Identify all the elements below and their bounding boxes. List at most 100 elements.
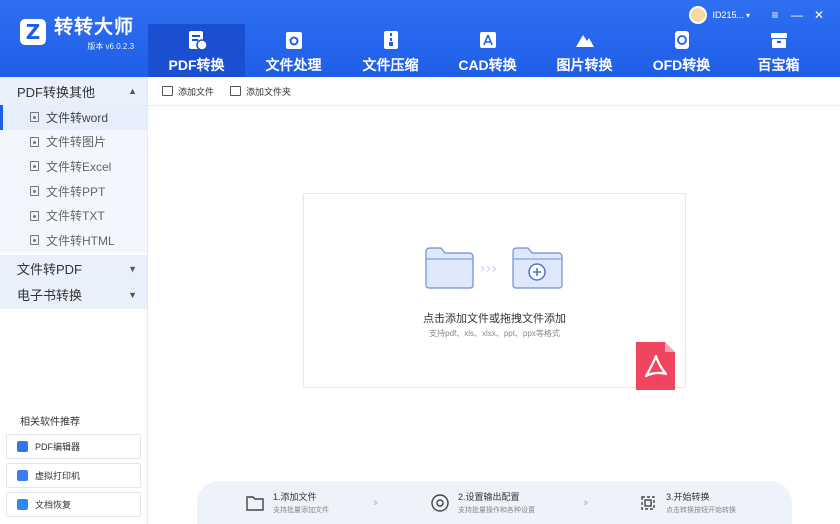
sidebar-item-label: 文件转PPT [46, 184, 106, 199]
chevron-down-icon: ▼ [128, 289, 137, 300]
settings-icon [431, 493, 449, 512]
pdf-convert-icon [186, 29, 208, 51]
app-version: 版本 v6.0.2.3 [87, 42, 135, 51]
tab-label: PDF转换 [168, 57, 225, 73]
sidebar-group-file-to-pdf[interactable]: 文件转PDF ▼ [0, 254, 147, 283]
logo-mark: Z [20, 19, 46, 45]
file-icon [30, 112, 39, 123]
tab-toolbox[interactable]: 百宝箱 [730, 24, 827, 77]
main-nav: PDF转换 文件处理 文件压缩 CAD转换 图片转换 OFD转换 百宝箱 [148, 24, 827, 77]
pdf-icon [636, 342, 675, 390]
tab-label: CAD转换 [458, 57, 517, 73]
pdf-editor-icon [17, 441, 28, 452]
tab-cad-convert[interactable]: CAD转换 [439, 24, 536, 77]
app-window: Z 转转大师 版本 v6.0.2.3 PDF转换 文件处理 文件压缩 CAD转换… [0, 0, 840, 524]
convert-icon [641, 495, 655, 510]
file-compress-icon [380, 29, 402, 51]
tab-image-convert[interactable]: 图片转换 [536, 24, 633, 77]
step-output-config: 2.设置输出配置 支持批量操作和各种设置 [430, 490, 535, 515]
sidebar-item-file-to-txt[interactable]: 文件转TXT [0, 203, 147, 228]
add-file-button[interactable]: 添加文件 [162, 85, 214, 98]
steps-bar: 1.添加文件 支持批量添加文件 ›› 2.设置输出配置 支持批量操作和各种设置 … [197, 481, 792, 524]
app-name: 转转大师 [54, 17, 135, 38]
minimize-icon[interactable]: — [786, 8, 808, 22]
related-pdf-editor[interactable]: PDF编辑器 [6, 434, 141, 459]
tab-label: 百宝箱 [757, 57, 800, 73]
folder-icon [246, 495, 264, 511]
sidebar-item-label: 文件转Excel [46, 159, 112, 174]
file-icon [30, 210, 39, 221]
related-label: 文档恢复 [35, 500, 72, 510]
step-title: 1.添加文件 [273, 492, 317, 502]
step-arrow-icon: ›› [373, 496, 379, 509]
tab-pdf-convert[interactable]: PDF转换 [148, 24, 245, 77]
step-subtitle: 支持批量添加文件 [273, 507, 329, 514]
toolbox-icon [768, 29, 790, 51]
user-id[interactable]: ID215... [712, 10, 744, 20]
step-arrow-icon: ›› [583, 496, 589, 509]
window-controls: ID215... ▾ ≡ — ✕ [689, 6, 830, 24]
folder-icon: ››› [425, 247, 563, 289]
related-software-title: 相关软件推荐 [20, 417, 80, 428]
file-icon [30, 161, 39, 172]
drop-zone-text: 点击添加文件或拖拽文件添加 [423, 313, 566, 325]
sidebar-item-file-to-excel[interactable]: 文件转Excel [0, 154, 147, 179]
sidebar: PDF转换其他 ▲ 文件转word 文件转图片 文件转Excel 文件转PPT … [0, 77, 148, 524]
file-process-icon [283, 29, 305, 51]
related-doc-recovery[interactable]: 文档恢复 [6, 492, 141, 517]
sidebar-group-label: 电子书转换 [17, 288, 83, 304]
step-add-file: 1.添加文件 支持批量添加文件 [245, 490, 329, 515]
menu-icon[interactable]: ≡ [764, 8, 786, 22]
step-title: 3.开始转换 [666, 492, 710, 502]
sidebar-group-label: 文件转PDF [17, 262, 83, 278]
cad-icon [477, 29, 499, 51]
sidebar-item-label: 文件转HTML [46, 233, 115, 248]
avatar[interactable] [689, 6, 708, 24]
tab-label: 图片转换 [556, 57, 613, 73]
sidebar-group-label: PDF转换其他 [17, 84, 96, 100]
ofd-icon [671, 29, 693, 51]
sidebar-item-file-to-word[interactable]: 文件转word [0, 105, 147, 130]
related-label: PDF编辑器 [35, 442, 81, 452]
file-drop-zone[interactable]: ››› 点击添加文件或拖拽文件添加 支持pdf、xls、xlsx、ppt、ppx… [303, 193, 686, 390]
add-folder-label: 添加文件夹 [246, 86, 292, 97]
printer-icon [17, 470, 28, 481]
tab-label: OFD转换 [652, 57, 711, 73]
add-file-icon [162, 86, 173, 96]
sidebar-item-file-to-ppt[interactable]: 文件转PPT [0, 178, 147, 204]
sidebar-group-ebook[interactable]: 电子书转换 ▼ [0, 280, 147, 309]
sidebar-item-label: 文件转图片 [46, 135, 107, 150]
add-folder-icon [230, 86, 242, 96]
sidebar-group-pdf-other[interactable]: PDF转换其他 ▲ [0, 77, 147, 105]
sidebar-item-file-to-image[interactable]: 文件转图片 [0, 129, 147, 155]
step-subtitle: 点击转换按钮开始转换 [666, 507, 736, 514]
add-folder-button[interactable]: 添加文件夹 [230, 85, 291, 98]
step-subtitle: 支持批量操作和各种设置 [458, 507, 535, 514]
tab-label: 文件压缩 [362, 57, 419, 73]
chevron-down-icon[interactable]: ▾ [746, 11, 750, 20]
related-label: 虚拟打印机 [35, 471, 81, 481]
step-title: 2.设置输出配置 [458, 492, 520, 502]
file-icon [30, 235, 39, 246]
top-bar: Z 转转大师 版本 v6.0.2.3 PDF转换 文件处理 文件压缩 CAD转换… [0, 0, 840, 77]
sidebar-item-label: 文件转TXT [46, 209, 105, 224]
sidebar-item-label: 文件转word [46, 110, 109, 125]
add-file-label: 添加文件 [178, 86, 215, 97]
arrow-icon: ››› [480, 261, 497, 277]
image-icon [574, 29, 596, 51]
chevron-up-icon: ▲ [128, 86, 137, 96]
file-icon [30, 186, 39, 197]
app-logo: Z 转转大师 版本 v6.0.2.3 [20, 12, 134, 52]
drop-zone-formats: 支持pdf、xls、xlsx、ppt、ppx等格式 [429, 329, 560, 338]
step-start-convert: 3.开始转换 点击转换按钮开始转换 [638, 490, 736, 515]
sidebar-item-file-to-html[interactable]: 文件转HTML [0, 227, 147, 253]
tab-file-compress[interactable]: 文件压缩 [342, 24, 439, 77]
recovery-icon [17, 499, 28, 510]
file-icon [30, 136, 39, 147]
chevron-down-icon: ▼ [128, 263, 137, 274]
tab-file-process[interactable]: 文件处理 [245, 24, 342, 77]
tab-ofd-convert[interactable]: OFD转换 [633, 24, 730, 77]
tab-label: 文件处理 [265, 57, 322, 73]
related-virtual-printer[interactable]: 虚拟打印机 [6, 463, 141, 488]
close-icon[interactable]: ✕ [808, 8, 830, 22]
